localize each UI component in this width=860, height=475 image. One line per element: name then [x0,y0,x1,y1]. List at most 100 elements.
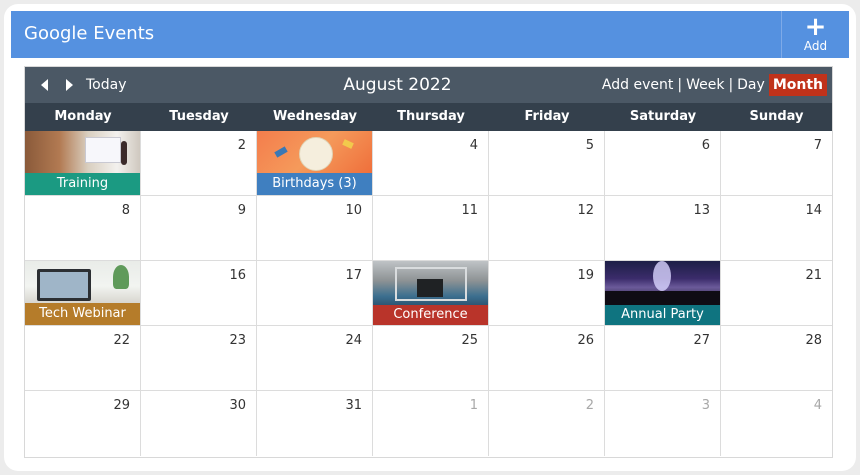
day-number: 9 [237,203,246,218]
party-image [605,261,720,305]
view-separator: | [677,77,683,93]
day-cell[interactable]: 4 [721,391,832,456]
event-label: Birthdays (3) [257,173,372,195]
day-number: 7 [813,138,822,153]
month-grid: Training 2 Birthdays (3) 4 5 6 7 8 9 10 … [25,131,832,456]
event-label: Training [25,173,140,195]
day-number: 25 [461,333,478,348]
training-image [25,131,140,173]
day-cell[interactable]: 6 [605,131,721,196]
day-number: 8 [121,203,130,218]
weekday-label: Saturday [629,109,697,124]
view-switcher: Add event | Week | Day Month [602,73,827,97]
app-title: Google Events [24,23,155,44]
day-view-link[interactable]: Day [737,77,765,93]
app-frame: Google Events + Add Today August 2022 Ad… [4,4,856,471]
day-cell[interactable]: 9 [141,196,257,261]
event-birthdays[interactable]: Birthdays (3) [257,131,372,195]
day-number: 24 [345,333,362,348]
calendar: Today August 2022 Add event | Week | Day… [24,66,833,458]
event-label: Tech Webinar [25,303,140,325]
view-separator: | [728,77,734,93]
day-cell[interactable]: 23 [141,326,257,391]
day-number: 26 [577,333,594,348]
day-number: 28 [805,333,822,348]
event-training[interactable]: Training [25,131,140,195]
day-number: 31 [345,398,362,413]
day-number: 16 [229,268,246,283]
day-number: 11 [461,203,478,218]
day-cell[interactable]: 5 [489,131,605,196]
day-cell[interactable]: 19 [489,261,605,326]
day-cell[interactable]: Birthdays (3) [257,131,373,196]
calendar-nav: Today August 2022 Add event | Week | Day… [25,67,832,103]
weekday-label: Monday [54,109,112,124]
day-cell[interactable]: 11 [373,196,489,261]
day-number: 27 [693,333,710,348]
weekday-label: Friday [524,109,570,124]
day-cell[interactable]: 2 [141,131,257,196]
birthday-image [257,131,372,173]
event-conference[interactable]: Conference [373,261,488,325]
day-number: 4 [469,138,478,153]
week-row: 29 30 31 1 2 3 4 [25,391,832,456]
conference-image [373,261,488,305]
day-cell[interactable]: 27 [605,326,721,391]
app-header: Google Events + Add [11,11,849,58]
week-row: 22 23 24 25 26 27 28 [25,326,832,391]
day-cell[interactable]: Conference [373,261,489,326]
day-number: 22 [113,333,130,348]
week-row: Tech Webinar 16 17 Conference 19 Annual … [25,261,832,326]
event-tech-webinar[interactable]: Tech Webinar [25,261,140,325]
weekday-header: Monday Tuesday Wednesday Thursday Friday… [25,103,832,131]
day-number: 13 [693,203,710,218]
day-cell[interactable]: 22 [25,326,141,391]
month-view-button[interactable]: Month [768,74,827,96]
event-label: Conference [373,305,488,325]
day-cell[interactable]: 2 [489,391,605,456]
day-cell[interactable]: Annual Party [605,261,721,326]
day-number: 14 [805,203,822,218]
add-event-link[interactable]: Add event [602,77,673,93]
plus-icon: + [804,12,827,42]
day-cell[interactable]: 12 [489,196,605,261]
day-cell[interactable]: Training [25,131,141,196]
day-cell[interactable]: 4 [373,131,489,196]
day-number: 12 [577,203,594,218]
week-view-link[interactable]: Week [686,77,724,93]
event-label: Annual Party [605,305,720,325]
day-cell[interactable]: 29 [25,391,141,456]
day-cell[interactable]: 30 [141,391,257,456]
week-row: 8 9 10 11 12 13 14 [25,196,832,261]
day-cell[interactable]: 31 [257,391,373,456]
day-cell[interactable]: Tech Webinar [25,261,141,326]
next-month-day-number: 1 [469,398,478,413]
weekday-label: Tuesday [169,109,229,124]
add-button[interactable]: + Add [781,11,849,58]
day-cell[interactable]: 24 [257,326,373,391]
weekday-label: Sunday [749,109,804,124]
day-cell[interactable]: 16 [141,261,257,326]
day-cell[interactable]: 8 [25,196,141,261]
day-cell[interactable]: 14 [721,196,832,261]
day-cell[interactable]: 1 [373,391,489,456]
event-annual-party[interactable]: Annual Party [605,261,720,325]
day-cell[interactable]: 28 [721,326,832,391]
day-number: 2 [237,138,246,153]
day-cell[interactable]: 7 [721,131,832,196]
day-number: 5 [585,138,594,153]
day-cell[interactable]: 10 [257,196,373,261]
weekday-label: Thursday [397,109,465,124]
next-month-day-number: 4 [813,398,822,413]
day-number: 29 [113,398,130,413]
day-number: 23 [229,333,246,348]
day-cell[interactable]: 3 [605,391,721,456]
day-cell[interactable]: 25 [373,326,489,391]
day-number: 6 [701,138,710,153]
day-cell[interactable]: 26 [489,326,605,391]
day-cell[interactable]: 17 [257,261,373,326]
next-month-day-number: 3 [701,398,710,413]
day-cell[interactable]: 21 [721,261,832,326]
day-cell[interactable]: 13 [605,196,721,261]
day-number: 21 [805,268,822,283]
